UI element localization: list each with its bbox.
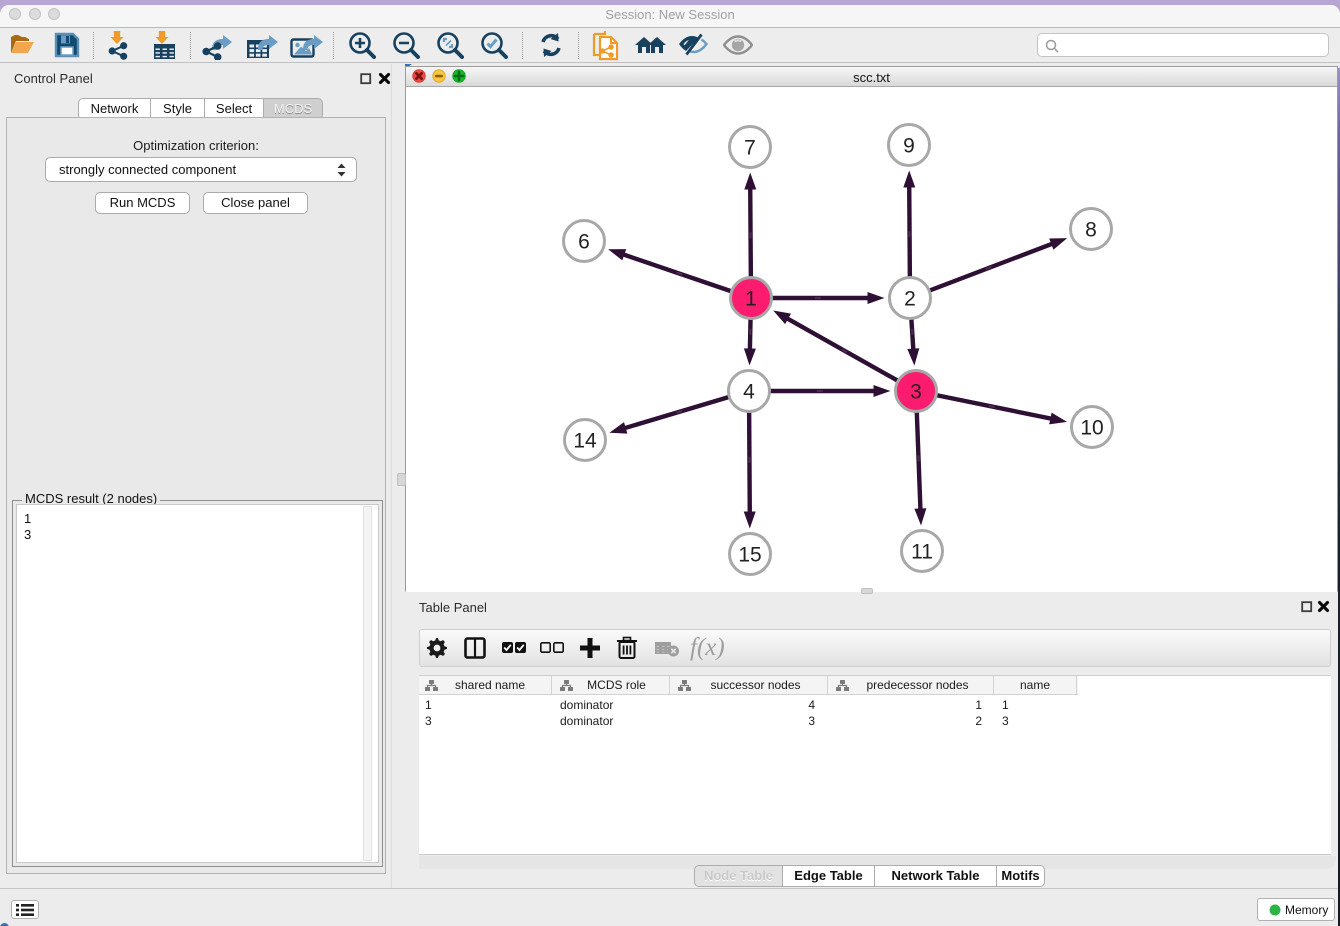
svg-text:4: 4: [743, 381, 755, 404]
svg-text:11: 11: [911, 541, 933, 564]
svg-text:10: 10: [1080, 417, 1103, 440]
svg-text:14: 14: [573, 430, 597, 453]
svg-text:7: 7: [744, 137, 756, 160]
svg-text:6: 6: [578, 231, 590, 254]
svg-text:1: 1: [745, 288, 757, 311]
svg-text:2: 2: [904, 288, 916, 311]
svg-text:f(x): f(x): [690, 634, 725, 661]
svg-text:8: 8: [1085, 219, 1097, 242]
svg-text:9: 9: [903, 135, 915, 158]
svg-text:15: 15: [738, 544, 761, 567]
svg-text:3: 3: [910, 381, 922, 404]
